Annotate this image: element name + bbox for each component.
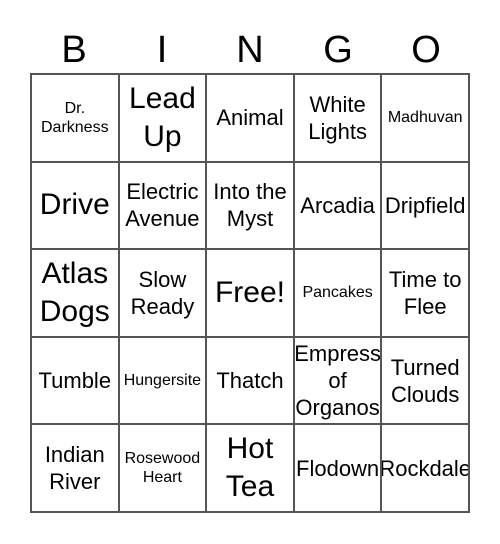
cell-label: Turned Clouds — [390, 354, 460, 407]
bingo-cell[interactable]: Madhuvan — [381, 74, 469, 162]
cell-label: Pancakes — [302, 284, 373, 302]
cell-label: Dripfield — [384, 192, 466, 218]
header-letter-b: B — [61, 29, 87, 71]
bingo-header: B I N G O — [30, 28, 470, 73]
bingo-cell[interactable]: Lead Up — [118, 74, 207, 162]
cell-label: Thatch — [216, 368, 284, 394]
bingo-cell[interactable]: Tumble — [31, 336, 119, 425]
bingo-cell[interactable]: Animal — [206, 74, 294, 162]
bingo-cell[interactable]: Indian River — [31, 424, 119, 512]
cell-label: Indian River — [44, 442, 105, 495]
bingo-cell[interactable]: Hungersite — [118, 336, 207, 425]
bingo-grid: Dr. Darkness Lead Up Animal White Lights Mad… — [30, 73, 470, 513]
cell-label: White Lights — [308, 91, 367, 144]
cell-label: Madhuvan — [387, 109, 463, 127]
cell-label: Electric Avenue — [125, 179, 200, 232]
bingo-cell[interactable]: Electric Avenue — [118, 161, 207, 250]
bingo-cell[interactable]: White Lights — [293, 74, 382, 162]
cell-label: Hot Tea — [225, 432, 275, 504]
cell-label: Animal — [216, 105, 284, 131]
cell-label: Rosewood Heart — [124, 450, 201, 487]
cell-label: Arcadia — [300, 192, 375, 218]
bingo-cell[interactable]: Thatch — [206, 336, 294, 425]
bingo-cell[interactable]: Dr. Darkness — [31, 74, 119, 162]
cell-label: Empress of Organos — [294, 341, 381, 421]
bingo-cell[interactable]: Arcadia — [293, 161, 382, 250]
cell-label: Free! — [214, 275, 285, 309]
cell-label: Dr. Darkness — [41, 99, 109, 136]
header-letter-o: O — [411, 29, 441, 71]
header-letter-i: I — [156, 29, 168, 71]
cell-label: Drive — [39, 188, 110, 222]
cell-label: Into the Myst — [213, 179, 287, 232]
bingo-cell[interactable]: Drive — [31, 161, 119, 250]
bingo-cell[interactable]: Flodown — [293, 424, 382, 512]
bingo-cell[interactable]: Hot Tea — [206, 424, 294, 512]
cell-label: Flodown — [296, 455, 380, 481]
bingo-cell[interactable]: Dripfield — [381, 161, 469, 250]
cell-label: Tumble — [38, 368, 112, 394]
bingo-cell[interactable]: Atlas Dogs — [31, 249, 119, 337]
cell-label: Atlas Dogs — [39, 256, 110, 328]
bingo-cell[interactable]: Turned Clouds — [381, 336, 469, 425]
bingo-cell[interactable]: Rockdale — [381, 424, 469, 512]
bingo-cell[interactable]: Rosewood Heart — [118, 424, 207, 512]
cell-label: Time to Flee — [388, 266, 462, 319]
header-letter-n: N — [236, 29, 264, 71]
bingo-cell[interactable]: Time to Flee — [381, 249, 469, 337]
bingo-cell[interactable]: Into the Myst — [206, 161, 294, 250]
header-letter-g: G — [323, 29, 353, 71]
cell-label: Lead Up — [129, 81, 196, 153]
bingo-cell[interactable]: Slow Ready — [118, 249, 207, 337]
bingo-cell[interactable]: Pancakes — [293, 249, 382, 337]
bingo-cell[interactable]: Free! — [206, 249, 294, 337]
bingo-cell[interactable]: Empress of Organos — [293, 336, 382, 425]
cell-label: Rockdale — [381, 455, 469, 481]
cell-label: Slow Ready — [130, 266, 195, 319]
cell-label: Hungersite — [123, 372, 202, 390]
